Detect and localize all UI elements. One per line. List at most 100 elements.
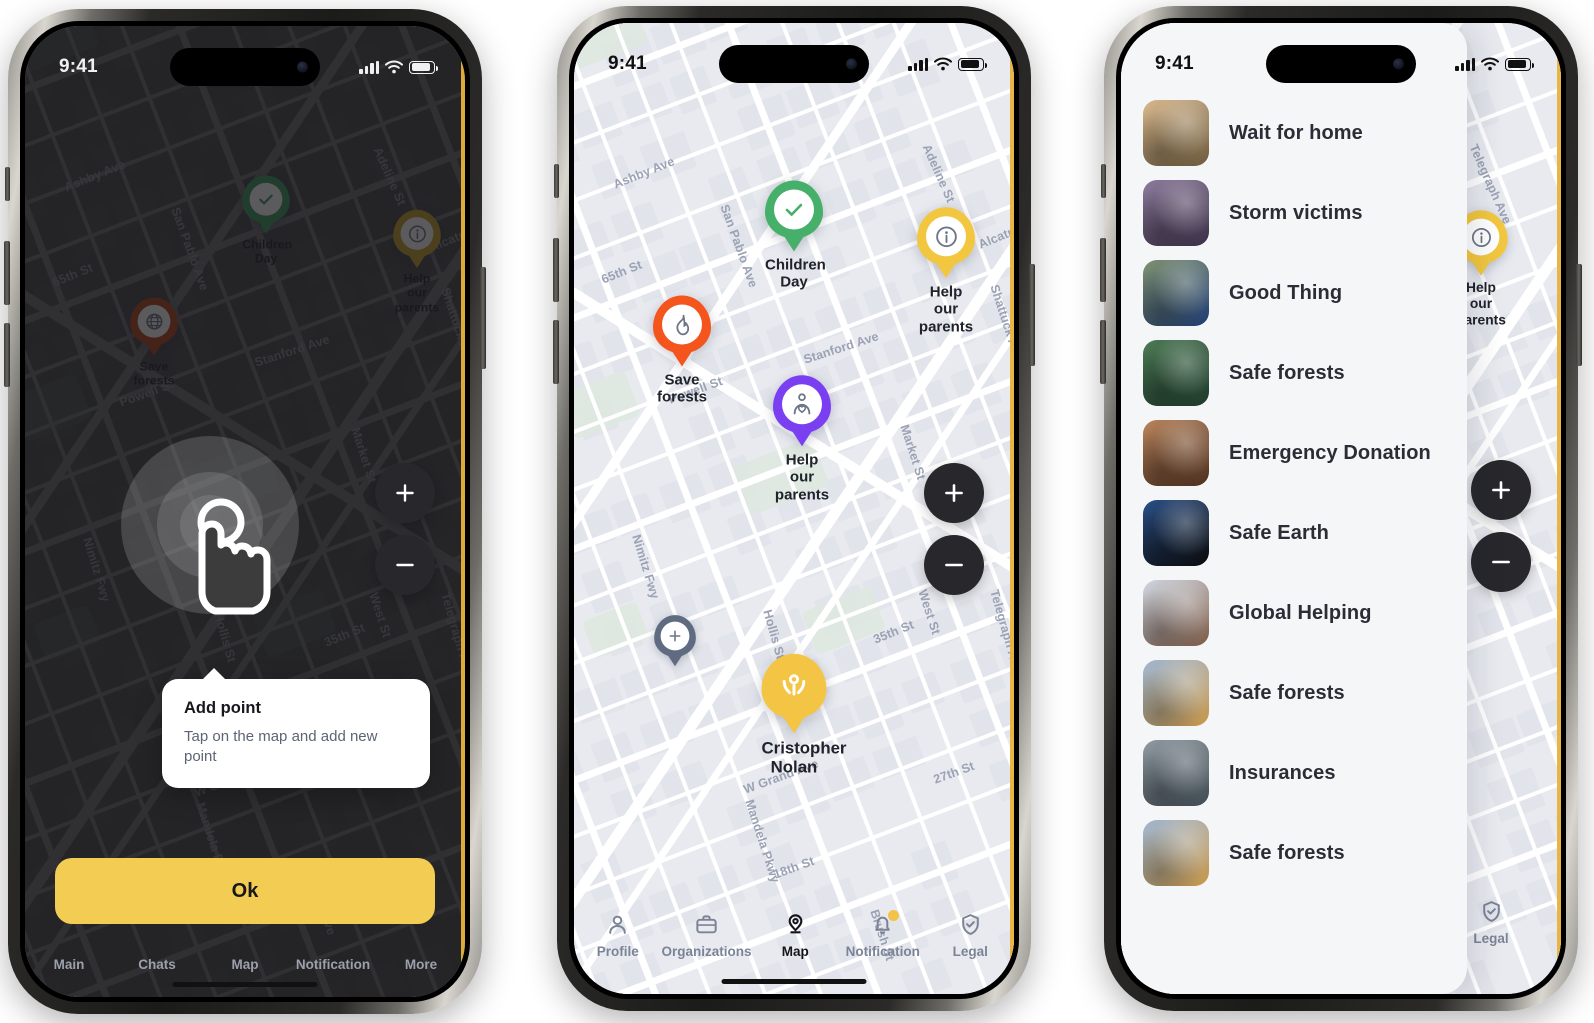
list-item-label: Safe forests <box>1229 682 1345 705</box>
check-icon <box>782 198 806 222</box>
volume-up-button[interactable] <box>1100 238 1106 302</box>
coach-mark-title: Add point <box>184 699 408 718</box>
list-item[interactable]: Safe forests <box>1121 653 1467 733</box>
map-pin-label: Children Day <box>765 257 823 292</box>
person-raised-arms-icon <box>777 670 811 704</box>
zoom-out-button[interactable] <box>375 535 435 595</box>
list-item-thumbnail <box>1143 660 1209 726</box>
tab-map[interactable]: Map <box>752 912 840 959</box>
zoom-controls[interactable] <box>924 463 984 595</box>
parent-child-heart-icon <box>789 391 815 417</box>
zoom-controls[interactable] <box>375 463 435 595</box>
tab-label: Chats <box>138 957 176 972</box>
screen-edge-accent <box>1557 23 1561 994</box>
list-item-label: Good Thing <box>1229 282 1342 305</box>
list-item-label: Safe forests <box>1229 362 1345 385</box>
list-item[interactable]: Safe forests <box>1121 813 1467 893</box>
tab-notification[interactable]: Notification <box>839 912 927 959</box>
zoom-in-button[interactable] <box>924 463 984 523</box>
power-button[interactable] <box>480 267 486 369</box>
mute-switch[interactable] <box>5 167 10 201</box>
phone-2-frame: Ashby Ave San Pablo Ave 65th St Adeline St A… <box>557 6 1031 1011</box>
zoom-in-button[interactable] <box>375 463 435 523</box>
power-button[interactable] <box>1029 264 1035 366</box>
shield-check-icon <box>958 912 983 937</box>
mute-switch[interactable] <box>1101 164 1106 198</box>
front-camera-icon <box>846 59 857 70</box>
map-pin[interactable]: Helpour parents <box>917 207 975 335</box>
list-item-label: Insurances <box>1229 762 1336 785</box>
map-pin[interactable] <box>654 615 696 657</box>
list-item-thumbnail <box>1143 500 1209 566</box>
shield-check-icon <box>1479 899 1504 924</box>
screen-edge-accent <box>1010 23 1014 994</box>
map-pin[interactable]: Children Day <box>765 181 823 292</box>
volume-up-button[interactable] <box>4 241 10 305</box>
zoom-out-button[interactable] <box>1471 532 1531 592</box>
list-item[interactable]: Wait for home <box>1121 93 1467 173</box>
phone-1-screen: Ashby AveSan Pablo Ave65th StAdeline StA… <box>25 26 465 997</box>
zoom-out-button[interactable] <box>924 535 984 595</box>
mute-switch[interactable] <box>554 164 559 198</box>
list-item-thumbnail <box>1143 580 1209 646</box>
organization-list[interactable]: Wait for home Storm victims Good Thing S… <box>1121 93 1467 893</box>
list-item[interactable]: Storm victims <box>1121 173 1467 253</box>
phone-2-screen: Ashby Ave San Pablo Ave 65th St Adeline St A… <box>574 23 1014 994</box>
tab-label: Notification <box>296 957 370 972</box>
phone-3-frame: Alcatraz AveShattuck AveAdeline StTelegr… <box>1104 6 1578 1011</box>
list-item[interactable]: Good Thing <box>1121 253 1467 333</box>
plus-icon <box>392 480 418 506</box>
tab-label: Legal <box>953 944 988 959</box>
notification-badge <box>888 910 899 921</box>
power-button[interactable] <box>1576 264 1582 366</box>
list-item[interactable]: Global Helping <box>1121 573 1467 653</box>
list-item[interactable]: Safe forests <box>1121 333 1467 413</box>
tab-legal[interactable]: Legal <box>927 912 1014 959</box>
list-item-label: Global Helping <box>1229 602 1372 625</box>
front-camera-icon <box>297 62 308 73</box>
map-pin-head <box>917 207 975 265</box>
map-pin-icon <box>783 912 808 937</box>
zoom-in-button[interactable] <box>1471 460 1531 520</box>
coach-mark-subtitle: Tap on the map and add new point <box>184 727 408 766</box>
plus-icon <box>666 627 683 644</box>
list-item-label: Safe forests <box>1229 842 1345 865</box>
tap-hand-icon <box>168 488 276 626</box>
minus-icon <box>392 552 418 578</box>
info-icon <box>934 224 959 249</box>
tab-label: Main <box>54 957 85 972</box>
map-pin[interactable]: Cristopher Nolan <box>762 654 827 778</box>
ok-button[interactable]: Ok <box>55 858 435 924</box>
tab-label: Profile <box>597 944 639 959</box>
minus-icon <box>941 552 967 578</box>
screen-edge-accent <box>461 26 465 997</box>
dynamic-island <box>719 45 869 83</box>
map-pin[interactable]: Save forests <box>653 296 711 407</box>
minus-icon <box>1488 549 1514 575</box>
volume-down-button[interactable] <box>4 323 10 387</box>
tab-label: More <box>405 957 437 972</box>
map-pin-head <box>654 615 696 657</box>
list-item-thumbnail <box>1143 740 1209 806</box>
volume-down-button[interactable] <box>553 320 559 384</box>
map-pin[interactable]: Helpour parents <box>773 375 831 503</box>
tab-organizations[interactable]: Organizations <box>662 912 752 959</box>
list-item-label: Safe Earth <box>1229 522 1329 545</box>
list-item-thumbnail <box>1143 260 1209 326</box>
tab-profile[interactable]: Profile <box>574 912 662 959</box>
dynamic-island <box>1266 45 1416 83</box>
tab-label: Map <box>782 944 809 959</box>
map-pin-label: Helpour parents <box>917 283 975 335</box>
map-pin-label: Cristopher Nolan <box>762 739 827 778</box>
volume-down-button[interactable] <box>1100 320 1106 384</box>
list-item-thumbnail <box>1143 100 1209 166</box>
three-phone-mockup: Ashby AveSan Pablo Ave65th StAdeline StA… <box>0 0 1594 1023</box>
tab-label: Organizations <box>662 944 752 959</box>
volume-up-button[interactable] <box>553 238 559 302</box>
list-item[interactable]: Emergency Donation <box>1121 413 1467 493</box>
zoom-controls[interactable] <box>1471 460 1531 592</box>
list-item[interactable]: Safe Earth <box>1121 493 1467 573</box>
list-item[interactable]: Insurances <box>1121 733 1467 813</box>
dynamic-island <box>170 48 320 86</box>
organizations-drawer: Wait for home Storm victims Good Thing S… <box>1121 23 1467 994</box>
